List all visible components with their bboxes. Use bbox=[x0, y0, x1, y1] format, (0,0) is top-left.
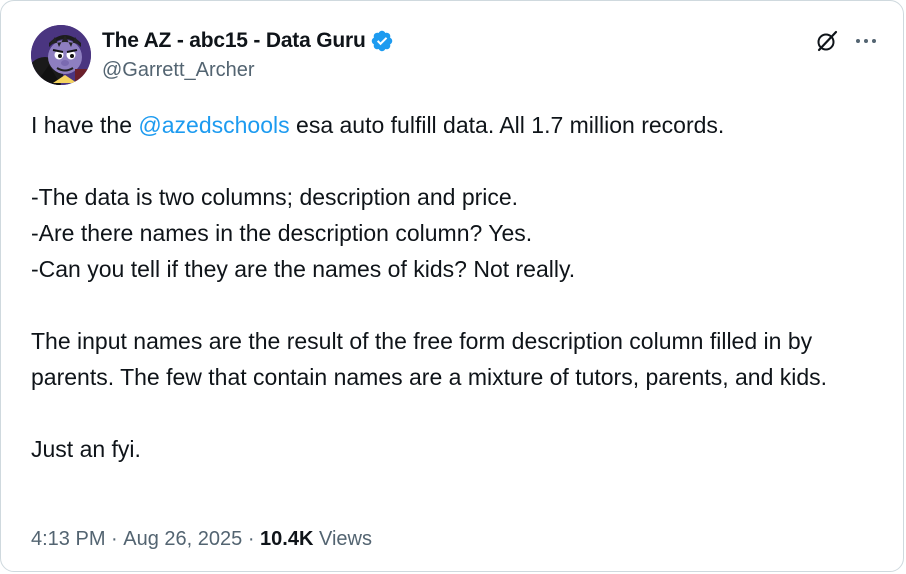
meta-separator: · bbox=[242, 528, 261, 550]
tweet-paragraph-1: I have the @azedschools esa auto fulfill… bbox=[31, 107, 881, 143]
tweet-bullet: -The data is two columns; description an… bbox=[31, 184, 519, 210]
author-handle[interactable]: @Garrett_Archer bbox=[102, 59, 394, 82]
tweet-bullet: -Can you tell if they are the names of k… bbox=[31, 256, 576, 282]
verified-badge-icon bbox=[371, 30, 392, 52]
tweet-bullet: -Are there names in the description colu… bbox=[31, 220, 533, 246]
tweet-paragraph-4: Just an fyi. bbox=[31, 436, 141, 462]
grok-icon[interactable] bbox=[815, 29, 839, 53]
tweet-text: I have the @azedschools esa auto fulfill… bbox=[31, 107, 881, 467]
views-label: Views bbox=[313, 528, 372, 550]
author-display-name[interactable]: The AZ - abc15 - Data Guru bbox=[102, 29, 366, 53]
tweet-text-segment: esa auto fulfill data. All 1.7 million r… bbox=[289, 112, 725, 138]
tweet-meta: 4:13 PM · Aug 26, 2025 · 10.4K Views bbox=[31, 528, 372, 551]
tweet-date-link[interactable]: Aug 26, 2025 bbox=[123, 528, 242, 551]
views-count[interactable]: 10.4K bbox=[260, 528, 313, 551]
tweet-time-link[interactable]: 4:13 PM bbox=[31, 528, 105, 551]
header-actions bbox=[815, 29, 879, 53]
tweet-text-segment: I have the bbox=[31, 112, 139, 138]
avatar[interactable] bbox=[31, 25, 91, 85]
meta-separator: · bbox=[105, 528, 124, 550]
tweet-header: The AZ - abc15 - Data Guru @Garrett_Arch… bbox=[31, 23, 879, 87]
author-names: The AZ - abc15 - Data Guru @Garrett_Arch… bbox=[102, 27, 394, 82]
tweet-card[interactable]: The AZ - abc15 - Data Guru @Garrett_Arch… bbox=[0, 0, 904, 572]
mention-link[interactable]: @azedschools bbox=[138, 112, 289, 138]
more-horizontal-icon[interactable] bbox=[853, 29, 879, 53]
tweet-paragraph-3: The input names are the result of the fr… bbox=[31, 328, 828, 390]
count-character-avatar-icon bbox=[31, 25, 91, 85]
